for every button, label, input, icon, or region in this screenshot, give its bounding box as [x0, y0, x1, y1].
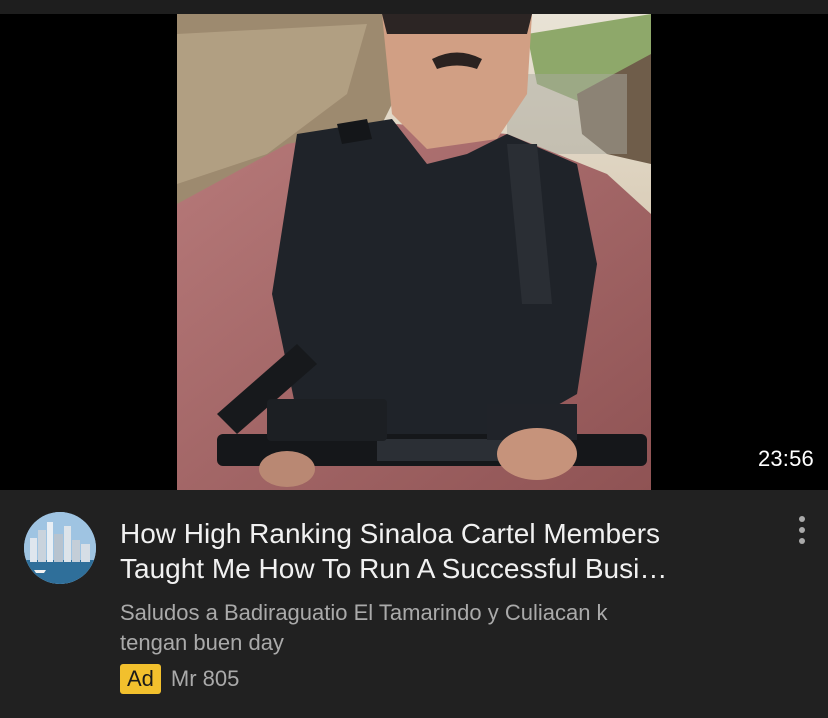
channel-avatar[interactable]	[24, 512, 96, 584]
video-player[interactable]: 23:56	[0, 14, 828, 490]
ad-row: Ad Mr 805	[120, 662, 239, 696]
title-line-1: How High Ranking Sinaloa Cartel Members	[120, 518, 661, 549]
video-title[interactable]: How High Ranking Sinaloa Cartel Members …	[120, 516, 760, 586]
description-line-1: Saludos a Badiraguatio El Tamarindo y Cu…	[120, 600, 608, 625]
advertiser-name[interactable]: Mr 805	[171, 666, 239, 692]
thumbnail-image	[177, 14, 651, 490]
description-line-2: tengan buen day	[120, 630, 284, 655]
video-duration: 23:56	[757, 446, 814, 471]
video-info[interactable]: How High Ranking Sinaloa Cartel Members …	[0, 490, 828, 718]
avatar-image	[24, 512, 96, 584]
title-line-2: Taught Me How To Run A Successful Busi…	[120, 553, 668, 584]
top-bar	[0, 0, 828, 14]
video-description: Saludos a Badiraguatio El Tamarindo y Cu…	[120, 598, 760, 658]
ad-badge: Ad	[120, 664, 161, 694]
more-vert-icon[interactable]	[788, 514, 816, 546]
video-thumbnail[interactable]	[177, 14, 651, 490]
